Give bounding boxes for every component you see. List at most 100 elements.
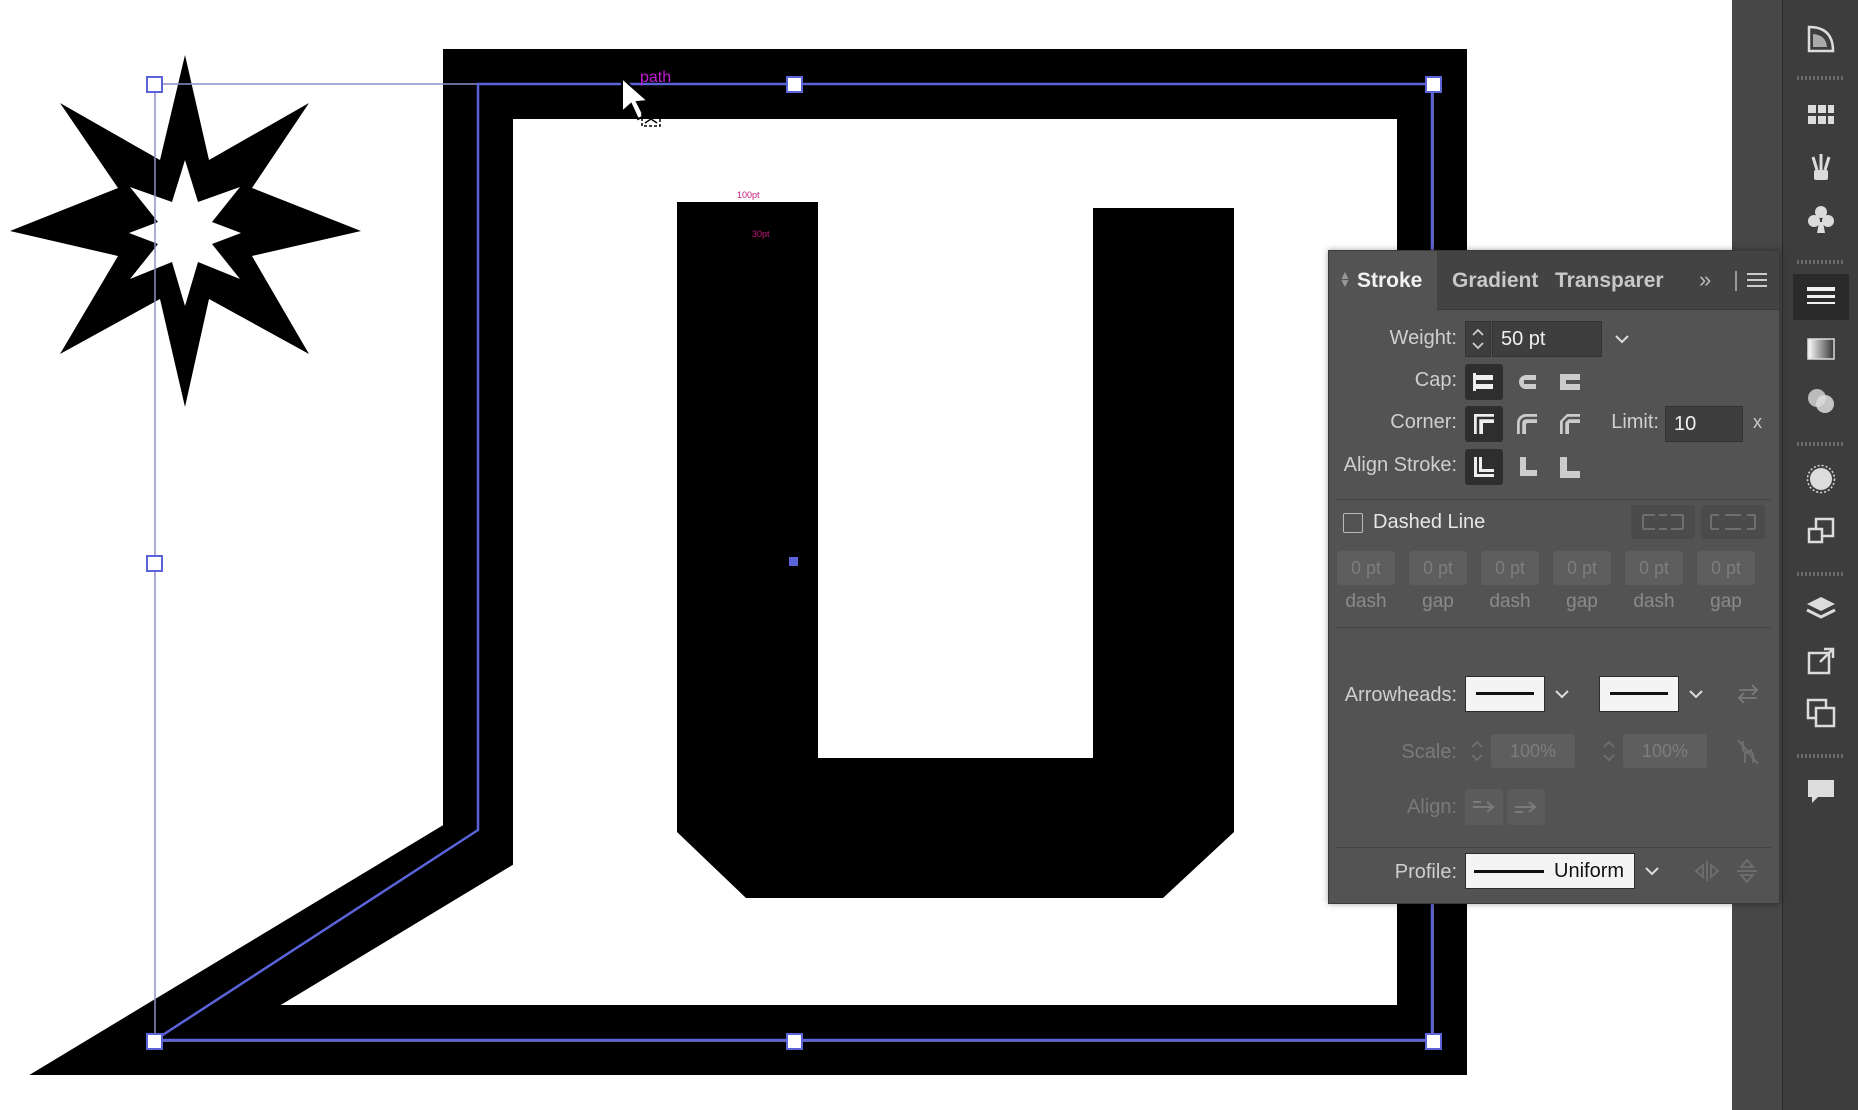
scale-end-input[interactable]: 100% xyxy=(1623,734,1707,768)
stepper-arrows-icon xyxy=(1471,740,1483,762)
dock-symbols-button[interactable] xyxy=(1793,196,1849,242)
dock-grip[interactable] xyxy=(1797,442,1845,446)
limit-label: Limit: xyxy=(1611,411,1659,433)
gap-field-3[interactable]: 0 pt xyxy=(1697,551,1755,585)
align-stroke-label: Align Stroke: xyxy=(1343,454,1457,476)
arrowhead-line-preview xyxy=(1476,692,1534,695)
profile-dropdown[interactable] xyxy=(1639,853,1665,889)
stroke-lines-icon xyxy=(1807,287,1835,304)
dock-grip[interactable] xyxy=(1797,754,1845,758)
handle-bottom-left[interactable] xyxy=(146,1033,163,1050)
scale-end-stepper[interactable] xyxy=(1597,733,1621,769)
asset-export-icon xyxy=(1807,517,1835,544)
chevron-down-icon xyxy=(1689,690,1703,699)
align-center-icon xyxy=(1474,457,1494,477)
round-cap-icon xyxy=(1519,375,1536,389)
handle-top-right[interactable] xyxy=(1425,76,1442,93)
align-dashes-corners-button[interactable] xyxy=(1631,505,1695,539)
flip-horizontal-icon[interactable] xyxy=(1693,859,1721,883)
dock-transparency-button[interactable] xyxy=(1793,378,1849,424)
tab-separator xyxy=(1735,271,1737,291)
handle-bottom-right[interactable] xyxy=(1425,1033,1442,1050)
start-arrowhead-dropdown[interactable] xyxy=(1549,676,1575,712)
flip-vertical-icon[interactable] xyxy=(1735,857,1759,885)
arrow-align-place-icon xyxy=(1515,801,1537,813)
dock-swatches-button[interactable] xyxy=(1793,92,1849,138)
swap-arrows-icon[interactable] xyxy=(1735,683,1761,705)
bevel-join-button[interactable] xyxy=(1551,406,1589,442)
align-stroke-inside-button[interactable] xyxy=(1508,449,1546,485)
arrow-tip-place-button[interactable] xyxy=(1507,789,1545,825)
panel-menu-icon[interactable] xyxy=(1747,271,1767,289)
scale-label: Scale: xyxy=(1401,741,1457,763)
scale-start-input[interactable]: 100% xyxy=(1491,734,1575,768)
dock-stroke-button[interactable] xyxy=(1793,274,1849,320)
dock-export-button[interactable] xyxy=(1793,638,1849,684)
arrowheads-label: Arrowheads: xyxy=(1344,684,1457,706)
dash-caption: dash xyxy=(1345,591,1387,612)
dock-comments-button[interactable] xyxy=(1793,768,1849,814)
dashed-line-label: Dashed Line xyxy=(1373,511,1486,533)
dock-layers-button[interactable] xyxy=(1793,586,1849,632)
align-label: Align: xyxy=(1406,796,1457,818)
section-divider xyxy=(1337,847,1771,848)
dock-appearance-button[interactable] xyxy=(1793,456,1849,502)
round-cap-button[interactable] xyxy=(1508,364,1546,400)
section-divider xyxy=(1337,499,1771,500)
miter-join-icon xyxy=(1474,414,1494,434)
quarter-gradient-icon xyxy=(1807,25,1835,53)
profile-select[interactable]: Uniform xyxy=(1465,853,1635,889)
arrow-tip-extend-button[interactable] xyxy=(1465,789,1503,825)
profile-line-preview xyxy=(1474,870,1544,873)
handle-top-left[interactable] xyxy=(146,76,163,93)
handle-middle-left[interactable] xyxy=(146,555,163,572)
miter-join-button[interactable] xyxy=(1465,406,1503,442)
weight-label: Weight: xyxy=(1389,327,1457,349)
butt-cap-button[interactable] xyxy=(1465,364,1503,400)
tab-stroke[interactable]: Stroke xyxy=(1357,269,1422,293)
projecting-cap-button[interactable] xyxy=(1551,364,1589,400)
double-chevron-icon[interactable]: » xyxy=(1699,267,1711,293)
gap-caption: gap xyxy=(1710,591,1742,612)
dock-gradient-button[interactable] xyxy=(1793,326,1849,372)
tab-transparency[interactable]: Transparer xyxy=(1555,269,1664,293)
artboards-icon xyxy=(1806,698,1836,728)
measure-label-inner: 30pt xyxy=(752,229,770,239)
weight-dropdown[interactable] xyxy=(1609,321,1635,357)
align-stroke-center-button[interactable] xyxy=(1465,449,1503,485)
dash-field-1[interactable]: 0 pt xyxy=(1337,551,1395,585)
panel-collapse-icon[interactable]: ▲ ▼ xyxy=(1339,269,1351,289)
dock-grip[interactable] xyxy=(1797,76,1845,80)
handle-top-middle[interactable] xyxy=(786,76,803,93)
preserve-dash-button[interactable] xyxy=(1701,505,1765,539)
end-arrowhead-dropdown[interactable] xyxy=(1683,676,1709,712)
gap-caption: gap xyxy=(1566,591,1598,612)
dock-asset-export-button[interactable] xyxy=(1793,508,1849,554)
weight-input[interactable]: 50 pt xyxy=(1492,321,1602,357)
dash-field-3[interactable]: 0 pt xyxy=(1625,551,1683,585)
center-point xyxy=(789,557,798,566)
u-shape[interactable] xyxy=(677,202,1234,898)
end-arrowhead-select[interactable] xyxy=(1599,676,1679,712)
stroke-panel: ▲ ▼ Stroke Gradient Transparer » Weight: … xyxy=(1328,250,1780,904)
align-outside-icon xyxy=(1560,457,1580,478)
align-stroke-outside-button[interactable] xyxy=(1551,449,1589,485)
gap-field-2[interactable]: 0 pt xyxy=(1553,551,1611,585)
dock-brushes-button[interactable] xyxy=(1793,144,1849,190)
dock-grip[interactable] xyxy=(1797,572,1845,576)
gap-field-1[interactable]: 0 pt xyxy=(1409,551,1467,585)
handle-bottom-middle[interactable] xyxy=(786,1033,803,1050)
scale-start-stepper[interactable] xyxy=(1465,733,1489,769)
dock-grip[interactable] xyxy=(1797,260,1845,264)
limit-input[interactable]: 10 xyxy=(1665,406,1743,442)
dashed-line-checkbox[interactable] xyxy=(1343,513,1363,533)
start-arrowhead-select[interactable] xyxy=(1465,676,1545,712)
export-icon xyxy=(1807,647,1835,675)
dock-artboards-button[interactable] xyxy=(1793,690,1849,736)
dash-field-2[interactable]: 0 pt xyxy=(1481,551,1539,585)
weight-stepper[interactable] xyxy=(1465,321,1491,357)
unlink-icon[interactable] xyxy=(1735,737,1761,767)
round-join-button[interactable] xyxy=(1508,406,1546,442)
dock-gradient-mesh-button[interactable] xyxy=(1793,16,1849,62)
tab-gradient[interactable]: Gradient xyxy=(1452,269,1538,293)
